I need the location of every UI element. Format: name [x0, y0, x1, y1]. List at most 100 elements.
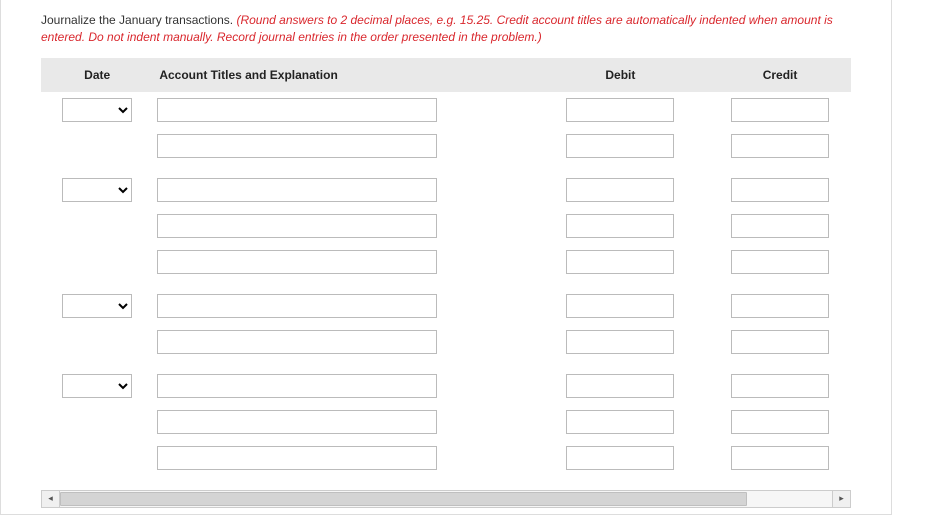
- debit-cell: [532, 288, 709, 324]
- instruction-lead: Journalize the January transactions.: [41, 13, 236, 27]
- account-input[interactable]: [157, 178, 437, 202]
- credit-cell: [709, 172, 851, 208]
- table-row: [41, 92, 851, 128]
- debit-input[interactable]: [566, 98, 674, 122]
- debit-cell: [532, 440, 709, 476]
- horizontal-scrollbar[interactable]: ◂ ▸: [41, 490, 851, 508]
- account-input[interactable]: [157, 214, 437, 238]
- table-row: [41, 244, 851, 280]
- credit-input[interactable]: [731, 410, 829, 434]
- account-input[interactable]: [157, 250, 437, 274]
- table-row: [41, 128, 851, 164]
- debit-input[interactable]: [566, 178, 674, 202]
- debit-input[interactable]: [566, 250, 674, 274]
- scroll-thumb[interactable]: [60, 492, 747, 506]
- date-cell: [41, 440, 153, 476]
- spacer-row: [41, 164, 851, 172]
- header-debit: Debit: [532, 58, 709, 92]
- date-cell: [41, 92, 153, 128]
- credit-cell: [709, 404, 851, 440]
- debit-cell: [532, 404, 709, 440]
- date-cell: [41, 172, 153, 208]
- header-row: Date Account Titles and Explanation Debi…: [41, 58, 851, 92]
- debit-input[interactable]: [566, 214, 674, 238]
- credit-cell: [709, 288, 851, 324]
- table-row: [41, 404, 851, 440]
- date-cell: [41, 208, 153, 244]
- date-select[interactable]: [62, 294, 132, 318]
- debit-input[interactable]: [566, 134, 674, 158]
- debit-input[interactable]: [566, 410, 674, 434]
- credit-cell: [709, 244, 851, 280]
- spacer-row: [41, 360, 851, 368]
- account-input[interactable]: [157, 410, 437, 434]
- scroll-track[interactable]: [60, 491, 832, 507]
- account-cell: [153, 404, 531, 440]
- account-cell: [153, 208, 531, 244]
- account-cell: [153, 92, 531, 128]
- table-row: [41, 288, 851, 324]
- credit-cell: [709, 368, 851, 404]
- table-row: [41, 208, 851, 244]
- debit-cell: [532, 172, 709, 208]
- debit-cell: [532, 244, 709, 280]
- credit-input[interactable]: [731, 178, 829, 202]
- date-cell: [41, 128, 153, 164]
- table-row: [41, 324, 851, 360]
- credit-input[interactable]: [731, 250, 829, 274]
- account-input[interactable]: [157, 446, 437, 470]
- date-select[interactable]: [62, 98, 132, 122]
- debit-cell: [532, 324, 709, 360]
- debit-input[interactable]: [566, 330, 674, 354]
- credit-input[interactable]: [731, 446, 829, 470]
- account-cell: [153, 244, 531, 280]
- credit-input[interactable]: [731, 214, 829, 238]
- date-select[interactable]: [62, 178, 132, 202]
- credit-input[interactable]: [731, 330, 829, 354]
- account-cell: [153, 288, 531, 324]
- credit-cell: [709, 208, 851, 244]
- journal-panel: Journalize the January transactions. (Ro…: [0, 0, 892, 515]
- debit-cell: [532, 92, 709, 128]
- date-cell: [41, 288, 153, 324]
- date-cell: [41, 244, 153, 280]
- table-row: [41, 368, 851, 404]
- account-cell: [153, 324, 531, 360]
- instructions: Journalize the January transactions. (Ro…: [1, 12, 891, 58]
- header-account: Account Titles and Explanation: [153, 58, 531, 92]
- debit-input[interactable]: [566, 294, 674, 318]
- date-cell: [41, 404, 153, 440]
- spacer-row: [41, 280, 851, 288]
- credit-input[interactable]: [731, 294, 829, 318]
- scroll-right-arrow[interactable]: ▸: [832, 491, 850, 507]
- date-cell: [41, 324, 153, 360]
- header-date: Date: [41, 58, 153, 92]
- journal-table: Date Account Titles and Explanation Debi…: [41, 58, 851, 476]
- account-cell: [153, 440, 531, 476]
- debit-cell: [532, 208, 709, 244]
- account-cell: [153, 172, 531, 208]
- account-cell: [153, 128, 531, 164]
- account-input[interactable]: [157, 374, 437, 398]
- debit-input[interactable]: [566, 446, 674, 470]
- table-row: [41, 172, 851, 208]
- credit-cell: [709, 128, 851, 164]
- credit-input[interactable]: [731, 374, 829, 398]
- credit-cell: [709, 440, 851, 476]
- account-input[interactable]: [157, 134, 437, 158]
- header-credit: Credit: [709, 58, 851, 92]
- credit-input[interactable]: [731, 134, 829, 158]
- account-input[interactable]: [157, 294, 437, 318]
- credit-input[interactable]: [731, 98, 829, 122]
- credit-cell: [709, 324, 851, 360]
- debit-cell: [532, 128, 709, 164]
- scroll-left-arrow[interactable]: ◂: [42, 491, 60, 507]
- date-cell: [41, 368, 153, 404]
- journal-table-wrap: Date Account Titles and Explanation Debi…: [1, 58, 891, 476]
- table-row: [41, 440, 851, 476]
- account-input[interactable]: [157, 330, 437, 354]
- debit-input[interactable]: [566, 374, 674, 398]
- date-select[interactable]: [62, 374, 132, 398]
- account-input[interactable]: [157, 98, 437, 122]
- debit-cell: [532, 368, 709, 404]
